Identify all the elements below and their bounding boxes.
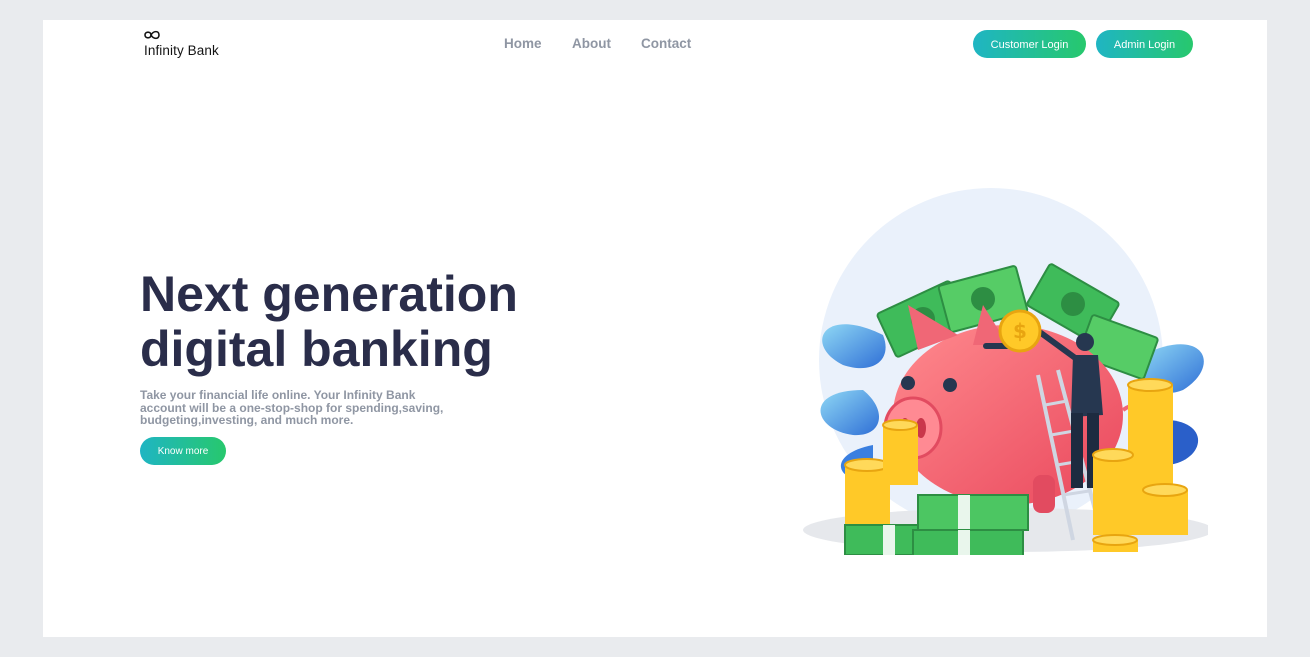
customer-login-button[interactable]: Customer Login — [973, 30, 1086, 58]
svg-text:$: $ — [1013, 319, 1027, 343]
landing-page: Infinity Bank Home About Contact Custome… — [43, 20, 1267, 637]
nav-home-link[interactable]: Home — [504, 36, 542, 51]
dollar-coin-icon: $ — [998, 309, 1042, 353]
brand-logo[interactable]: Infinity Bank — [143, 28, 233, 60]
admin-login-button[interactable]: Admin Login — [1096, 30, 1193, 58]
know-more-button[interactable]: Know more — [140, 437, 226, 465]
piggy-bank-illustration: $ — [803, 188, 1208, 555]
nav-about-link[interactable]: About — [572, 36, 611, 51]
hero-description: Take your financial life online. Your In… — [140, 388, 444, 428]
hero-title-line-1: Next generation — [140, 266, 518, 322]
brand-name: Infinity Bank — [144, 43, 219, 58]
hero-title: Next generation digital banking — [140, 267, 600, 377]
infinity-icon — [144, 30, 160, 40]
hero-title-line-2: digital banking — [140, 321, 493, 377]
nav-contact-link[interactable]: Contact — [641, 36, 691, 51]
